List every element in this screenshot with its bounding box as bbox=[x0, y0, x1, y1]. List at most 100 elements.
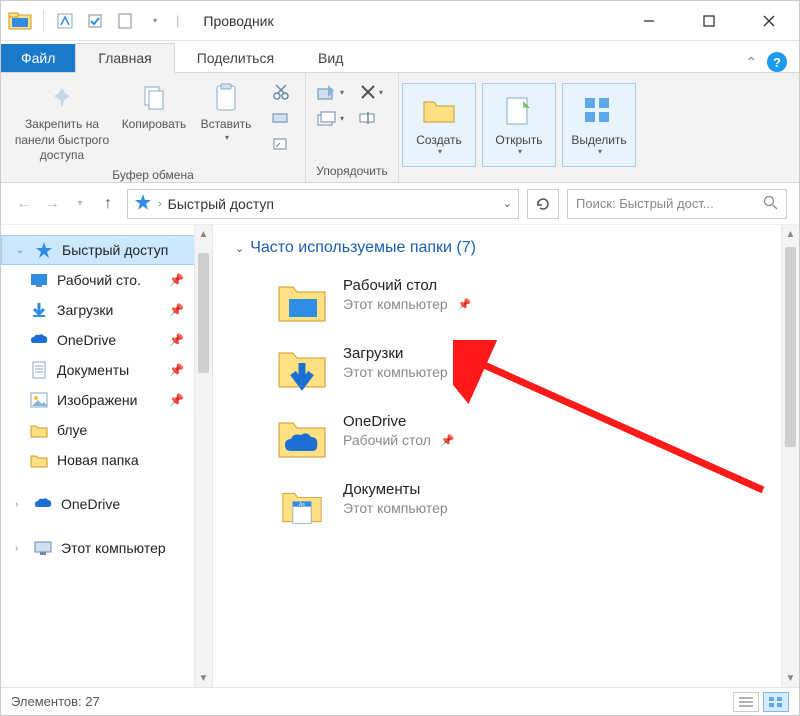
view-mode-buttons bbox=[733, 692, 789, 712]
sidebar-quick-access[interactable]: ⌄ Быстрый доступ bbox=[1, 235, 212, 265]
details-view-button[interactable] bbox=[733, 692, 759, 712]
qat-checkbox-icon[interactable] bbox=[84, 10, 106, 32]
search-box[interactable]: Поиск: Быстрый дост... bbox=[567, 189, 787, 219]
content-pane[interactable]: ⌄ Часто используемые папки (7) Рабочий с… bbox=[213, 225, 799, 687]
tab-file[interactable]: Файл bbox=[1, 44, 75, 72]
explorer-window: ▾ | Проводник Файл Главная Поделиться Ви… bbox=[0, 0, 800, 716]
titlebar[interactable]: ▾ | Проводник bbox=[1, 1, 799, 41]
paste-shortcut-button[interactable] bbox=[267, 133, 295, 155]
explorer-app-icon bbox=[7, 7, 35, 35]
documents-icon bbox=[29, 360, 49, 380]
close-button[interactable] bbox=[739, 1, 799, 41]
forward-button[interactable]: → bbox=[41, 195, 63, 213]
ribbon-tabs: Файл Главная Поделиться Вид ⌃ ? bbox=[1, 41, 799, 73]
sidebar-item-newfolder[interactable]: Новая папка bbox=[1, 445, 212, 475]
tab-view[interactable]: Вид bbox=[296, 44, 365, 72]
onedrive-icon bbox=[29, 330, 49, 350]
tiles-view-button[interactable] bbox=[763, 692, 789, 712]
sidebar-scrollbar[interactable]: ▲ ▼ bbox=[194, 225, 212, 687]
scroll-up-icon[interactable]: ▲ bbox=[195, 225, 212, 243]
scroll-up-icon[interactable]: ▲ bbox=[782, 225, 799, 243]
item-name: OneDrive bbox=[343, 413, 455, 430]
folder-item-onedrive[interactable]: OneDrive Рабочий стол📌 bbox=[213, 403, 799, 471]
help-icon[interactable]: ? bbox=[767, 52, 787, 72]
new-button[interactable]: Создать ▾ bbox=[402, 83, 476, 167]
ribbon-right-buttons: Создать ▾ Открыть ▾ Выделить ▾ bbox=[399, 73, 639, 182]
scrollbar-thumb[interactable] bbox=[198, 253, 209, 373]
sidebar-item-documents[interactable]: Документы 📌 bbox=[1, 355, 212, 385]
titlebar-app-icons bbox=[1, 7, 35, 35]
sidebar-this-pc[interactable]: › Этот компьютер bbox=[1, 533, 212, 563]
quick-access-toolbar: ▾ bbox=[43, 10, 166, 32]
collapse-ribbon-icon[interactable]: ⌃ bbox=[745, 54, 757, 71]
sidebar-item-pictures[interactable]: Изображени 📌 bbox=[1, 385, 212, 415]
item-name: Рабочий стол bbox=[343, 277, 471, 294]
sidebar-label: OneDrive bbox=[61, 496, 120, 512]
up-button[interactable]: ↑ bbox=[97, 195, 119, 213]
back-button[interactable]: ← bbox=[13, 195, 35, 213]
pictures-icon bbox=[29, 390, 49, 410]
search-icon bbox=[763, 195, 778, 213]
item-subtitle: Рабочий стол bbox=[343, 432, 431, 448]
minimize-button[interactable] bbox=[619, 1, 679, 41]
navigation-pane[interactable]: ⌄ Быстрый доступ Рабочий сто. 📌 Загрузки… bbox=[1, 225, 213, 687]
item-subtitle: Этот компьютер bbox=[343, 364, 448, 380]
delete-button[interactable]: ▾ bbox=[354, 81, 388, 103]
breadcrumb-item[interactable]: Быстрый доступ bbox=[168, 196, 274, 212]
item-name: Документы bbox=[343, 481, 448, 498]
sidebar-item-label: Рабочий сто. bbox=[57, 272, 141, 288]
address-bar[interactable]: › Быстрый доступ ⌄ bbox=[127, 189, 519, 219]
clipboard-small-buttons bbox=[263, 77, 299, 159]
group-header-frequent[interactable]: ⌄ Часто используемые папки (7) bbox=[213, 225, 799, 267]
body: ⌄ Быстрый доступ Рабочий сто. 📌 Загрузки… bbox=[1, 225, 799, 687]
folder-item-documents[interactable]: A≡ Документы Этот компьютер bbox=[213, 471, 799, 529]
qat-dropdown-icon[interactable]: ▾ bbox=[144, 10, 166, 32]
copy-path-button[interactable] bbox=[267, 107, 295, 129]
move-to-button[interactable]: ▾ bbox=[316, 81, 344, 103]
pin-to-quick-access-button[interactable]: Закрепить на панели быстрого доступа bbox=[7, 77, 117, 168]
maximize-button[interactable] bbox=[679, 1, 739, 41]
scroll-down-icon[interactable]: ▼ bbox=[782, 669, 799, 687]
collapse-chevron-icon[interactable]: ⌄ bbox=[235, 242, 244, 255]
copy-to-button[interactable]: ▾ bbox=[316, 107, 344, 129]
tab-home[interactable]: Главная bbox=[75, 43, 174, 73]
sidebar-item-label: Изображени bbox=[57, 392, 137, 408]
select-icon bbox=[581, 94, 617, 130]
group-header-label: Часто используемые папки (7) bbox=[250, 239, 476, 257]
sidebar-item-desktop[interactable]: Рабочий сто. 📌 bbox=[1, 265, 212, 295]
content-scrollbar[interactable]: ▲ ▼ bbox=[781, 225, 799, 687]
item-subtitle: Этот компьютер bbox=[343, 296, 448, 312]
qat-properties-icon[interactable] bbox=[54, 10, 76, 32]
copy-icon bbox=[137, 81, 171, 115]
sidebar-item-onedrive[interactable]: OneDrive 📌 bbox=[1, 325, 212, 355]
address-dropdown-icon[interactable]: ⌄ bbox=[503, 197, 512, 210]
scroll-down-icon[interactable]: ▼ bbox=[195, 669, 212, 687]
select-button[interactable]: Выделить ▾ bbox=[562, 83, 636, 167]
desktop-icon bbox=[29, 270, 49, 290]
copy-button[interactable]: Копировать bbox=[119, 77, 189, 137]
qat-newfolder-icon[interactable] bbox=[114, 10, 136, 32]
sidebar-item-blue[interactable]: блуе bbox=[1, 415, 212, 445]
expand-chevron-icon[interactable]: › bbox=[15, 499, 25, 510]
refresh-button[interactable] bbox=[527, 189, 559, 219]
expand-chevron-icon[interactable]: ⌄ bbox=[16, 245, 26, 256]
select-label: Выделить bbox=[571, 133, 626, 147]
sidebar-item-downloads[interactable]: Загрузки 📌 bbox=[1, 295, 212, 325]
folder-item-downloads[interactable]: Загрузки Этот компьютер📌 bbox=[213, 335, 799, 403]
paste-icon bbox=[209, 81, 243, 115]
tab-share[interactable]: Поделиться bbox=[175, 44, 296, 72]
open-caret: ▾ bbox=[518, 147, 522, 156]
scrollbar-thumb[interactable] bbox=[785, 247, 796, 447]
open-button[interactable]: Открыть ▾ bbox=[482, 83, 556, 167]
rename-button[interactable] bbox=[354, 107, 382, 129]
sidebar-onedrive-root[interactable]: › OneDrive bbox=[1, 489, 212, 519]
new-label: Создать bbox=[416, 133, 462, 147]
nav-arrows: ← → ▾ ↑ bbox=[13, 195, 119, 213]
ribbon-right-controls: ⌃ ? bbox=[745, 52, 799, 72]
breadcrumb-chevron[interactable]: › bbox=[158, 198, 162, 210]
folder-item-desktop[interactable]: Рабочий стол Этот компьютер📌 bbox=[213, 267, 799, 335]
cut-button[interactable] bbox=[267, 81, 295, 103]
expand-chevron-icon[interactable]: › bbox=[15, 543, 25, 554]
history-dropdown[interactable]: ▾ bbox=[69, 198, 91, 209]
paste-button[interactable]: Вставить ▾ bbox=[191, 77, 261, 147]
